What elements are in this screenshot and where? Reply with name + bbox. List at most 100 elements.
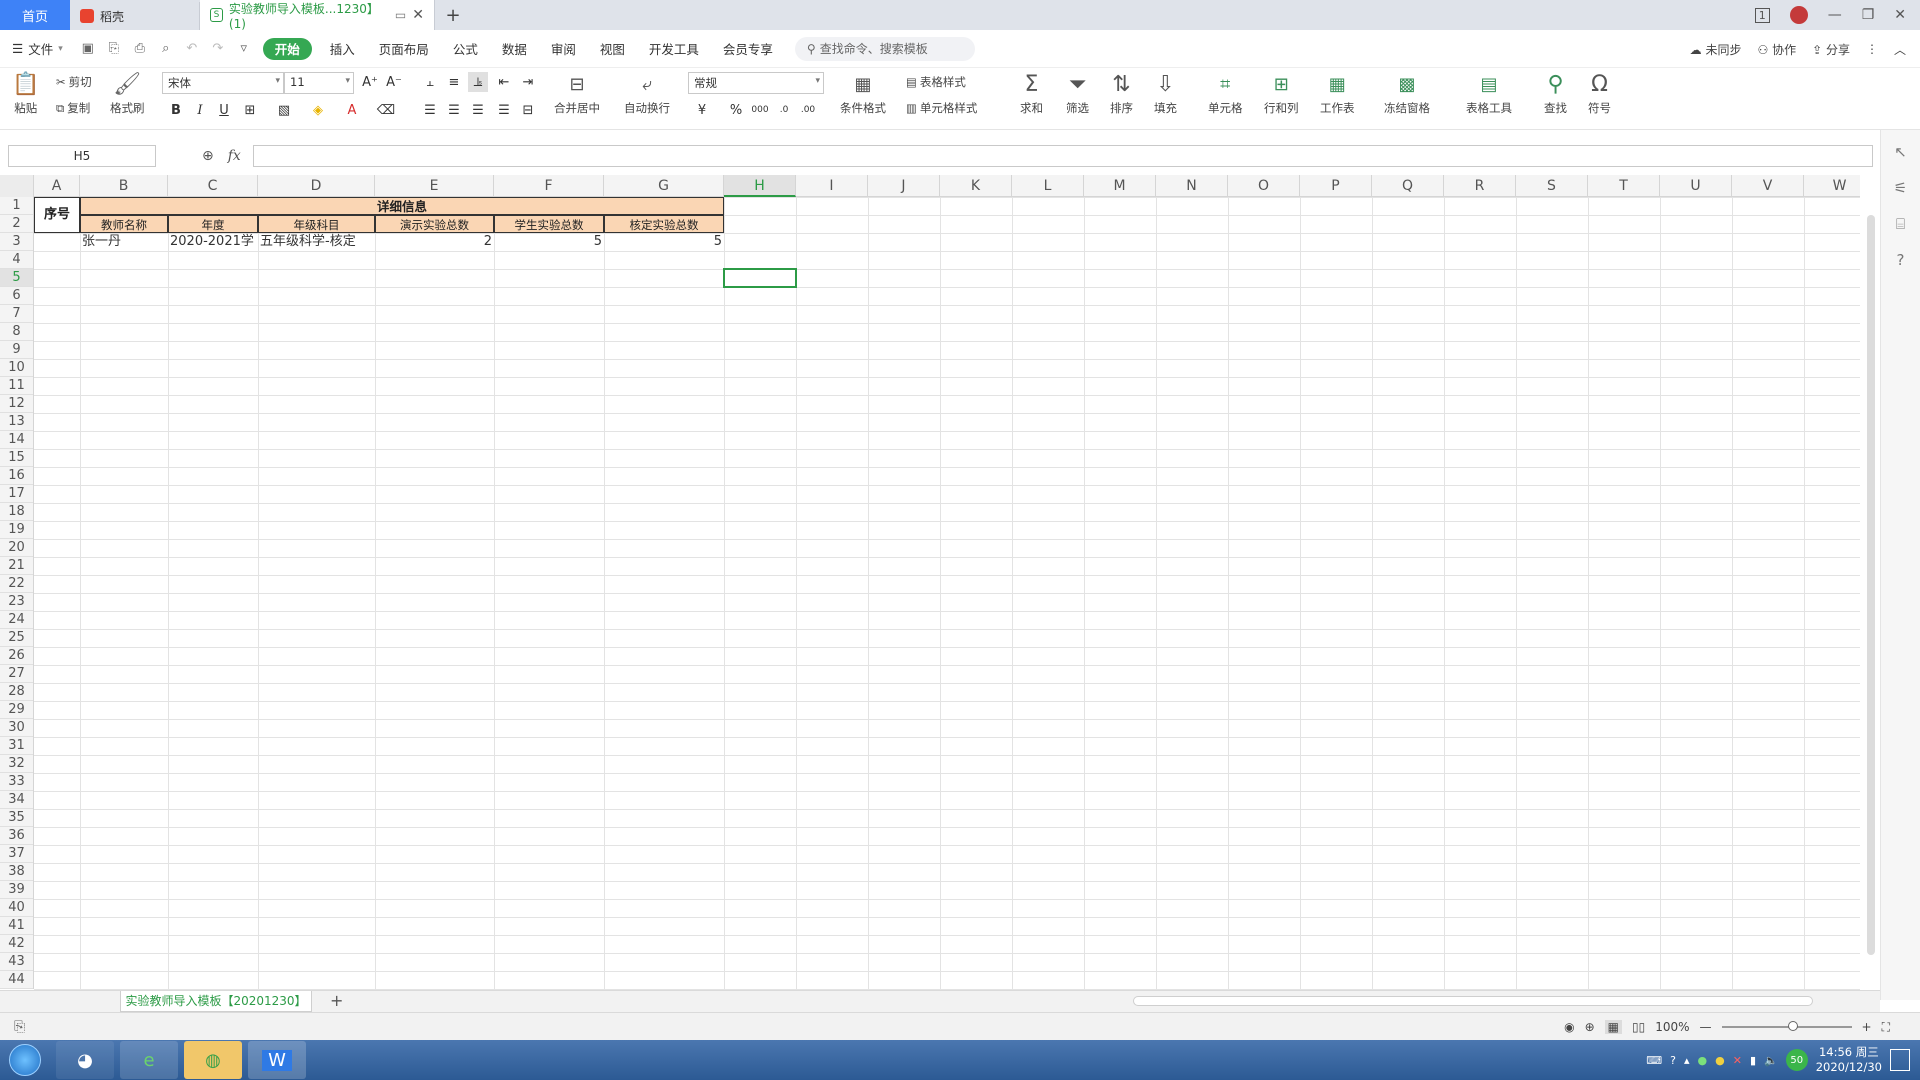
symbol-button[interactable]: Ω 符号 [1588, 70, 1611, 116]
col-header-c[interactable]: C [168, 175, 258, 197]
conditional-format-button[interactable]: ▦ 条件格式 [840, 70, 886, 116]
close-tab-icon[interactable]: ✕ [412, 7, 424, 23]
formula-input[interactable] [253, 145, 1873, 167]
cell-d2-header[interactable]: 年级科目 [258, 215, 375, 233]
layout-icon[interactable]: ⌸ [1881, 206, 1920, 242]
zoom-slider-knob[interactable] [1787, 1021, 1798, 1031]
volume-icon[interactable]: 🔈 [1764, 1054, 1778, 1067]
indent-decrease-icon[interactable]: ⇤ [494, 72, 514, 92]
col-header-d[interactable]: D [258, 175, 375, 197]
row-header-31[interactable]: 31 [0, 737, 33, 755]
auto-wrap-button[interactable]: ⤶ 自动换行 [624, 70, 670, 116]
row-header-4[interactable]: 4 [0, 251, 33, 269]
close-window-icon[interactable]: ✕ [1894, 7, 1906, 23]
col-header-b[interactable]: B [80, 175, 168, 197]
zoom-formula-icon[interactable]: ⊕ [202, 148, 214, 164]
row-header-44[interactable]: 44 [0, 971, 33, 989]
select-pointer-icon[interactable]: ↖ [1881, 134, 1920, 170]
security-tray-icon[interactable]: ● [1715, 1054, 1725, 1067]
col-header-e[interactable]: E [375, 175, 494, 197]
cell-e2-header[interactable]: 演示实验总数 [375, 215, 494, 233]
col-header-p[interactable]: P [1300, 175, 1372, 197]
col-header-v[interactable]: V [1732, 175, 1804, 197]
app-tray-icon[interactable]: ● [1698, 1054, 1708, 1067]
command-search[interactable]: ⚲ 查找命令、搜索模板 [794, 36, 975, 61]
row-header-13[interactable]: 13 [0, 413, 33, 431]
row-header-37[interactable]: 37 [0, 845, 33, 863]
cell-e3[interactable]: 2 [375, 233, 494, 251]
file-menu[interactable]: ☰ 文件 ▾ [0, 38, 75, 60]
cell-button[interactable]: ⌗ 单元格 [1208, 70, 1243, 116]
zoom-slider[interactable] [1721, 1021, 1852, 1031]
row-header-22[interactable]: 22 [0, 575, 33, 593]
row-header-15[interactable]: 15 [0, 449, 33, 467]
redo-icon[interactable]: ↷ [205, 38, 231, 60]
page-view-icon[interactable]: ▯▯ [1632, 1020, 1645, 1034]
cell-b3[interactable]: 张一丹 [80, 233, 168, 251]
cell-c3[interactable]: 2020-2021学 [168, 233, 258, 251]
col-header-t[interactable]: T [1588, 175, 1660, 197]
merge-center-button[interactable]: ⊟ 合并居中 [554, 70, 600, 116]
row-header-2[interactable]: 2 [0, 215, 33, 233]
border-icon[interactable]: ⊞ [240, 100, 260, 120]
row-header-32[interactable]: 32 [0, 755, 33, 773]
fill-button[interactable]: ⇩ 填充 [1154, 70, 1177, 116]
row-header-16[interactable]: 16 [0, 467, 33, 485]
fullscreen-icon[interactable]: ⛶ [1882, 1020, 1890, 1035]
tab-start[interactable]: 开始 [262, 37, 312, 60]
row-header-9[interactable]: 9 [0, 341, 33, 359]
copy-button[interactable]: ⧉ 复制 [56, 100, 90, 116]
row-header-35[interactable]: 35 [0, 809, 33, 827]
clear-format-icon[interactable]: ⌫ [376, 100, 396, 120]
pin-icon[interactable]: ▭ [395, 8, 406, 22]
font-size-select[interactable]: 11 [284, 72, 354, 94]
col-header-u[interactable]: U [1660, 175, 1732, 197]
horizontal-scrollbar[interactable] [1118, 996, 1838, 1006]
cut-button[interactable]: ✂ 剪切 [56, 74, 92, 90]
italic-icon[interactable]: I [190, 100, 210, 120]
row-header-33[interactable]: 33 [0, 773, 33, 791]
align-center-icon[interactable]: ☰ [444, 100, 464, 120]
taskbar-app-colorful[interactable]: ◕ [56, 1041, 114, 1079]
find-button[interactable]: ⚲ 查找 [1544, 70, 1567, 116]
row-header-41[interactable]: 41 [0, 917, 33, 935]
cell-fill-icon[interactable]: ▧ [274, 100, 294, 120]
fx-icon[interactable]: fx [228, 148, 241, 164]
thousands-icon[interactable]: 000 [750, 100, 770, 120]
row-header-11[interactable]: 11 [0, 377, 33, 395]
macro-icon[interactable]: ⎘ [14, 1019, 25, 1035]
tab-active-workbook[interactable]: S 实验教师导入模板...1230】(1) ▭ ✕ [200, 0, 435, 31]
keyboard-icon[interactable]: ⌨ [1646, 1054, 1662, 1067]
more-icon[interactable]: ⋮ [1866, 42, 1878, 56]
col-header-k[interactable]: K [940, 175, 1012, 197]
cell-style-button[interactable]: ▥ 单元格样式 [906, 100, 977, 116]
row-header-19[interactable]: 19 [0, 521, 33, 539]
export-icon[interactable]: ⎘ [101, 38, 127, 60]
restore-icon[interactable]: ❐ [1862, 7, 1875, 23]
underline-icon[interactable]: U [214, 100, 234, 120]
normal-view-icon[interactable]: ▦ [1604, 1020, 1622, 1034]
col-header-j[interactable]: J [868, 175, 940, 197]
tab-page-layout[interactable]: 页面布局 [367, 38, 441, 60]
row-header-10[interactable]: 10 [0, 359, 33, 377]
cell-area[interactable]: 序号 详细信息 教师名称 年度 年级科目 演示实验总数 学生实验总数 核定实验总… [34, 197, 1860, 991]
sort-button[interactable]: ⇅ 排序 [1110, 70, 1133, 116]
row-header-40[interactable]: 40 [0, 899, 33, 917]
row-header-26[interactable]: 26 [0, 647, 33, 665]
col-header-a[interactable]: A [34, 175, 80, 197]
tab-view[interactable]: 视图 [588, 38, 637, 60]
font-name-select[interactable]: 宋体 [162, 72, 284, 94]
avatar[interactable] [1789, 6, 1808, 24]
align-right-icon[interactable]: ☰ [468, 100, 488, 120]
minimize-icon[interactable]: — [1828, 7, 1842, 23]
row-header-23[interactable]: 23 [0, 593, 33, 611]
zoom-level[interactable]: 100% [1655, 1020, 1689, 1034]
sum-button[interactable]: Σ 求和 [1020, 70, 1043, 116]
print-preview-icon[interactable]: ⌕ [153, 38, 179, 60]
tray-badge[interactable]: 50 [1785, 1049, 1808, 1071]
print-icon[interactable]: ⎙ [127, 38, 153, 60]
col-header-g[interactable]: G [604, 175, 724, 197]
align-bottom-icon[interactable]: ⫡ [468, 72, 488, 92]
name-box[interactable]: H5 [8, 145, 156, 167]
customize-icon[interactable]: ▿ [231, 38, 257, 60]
